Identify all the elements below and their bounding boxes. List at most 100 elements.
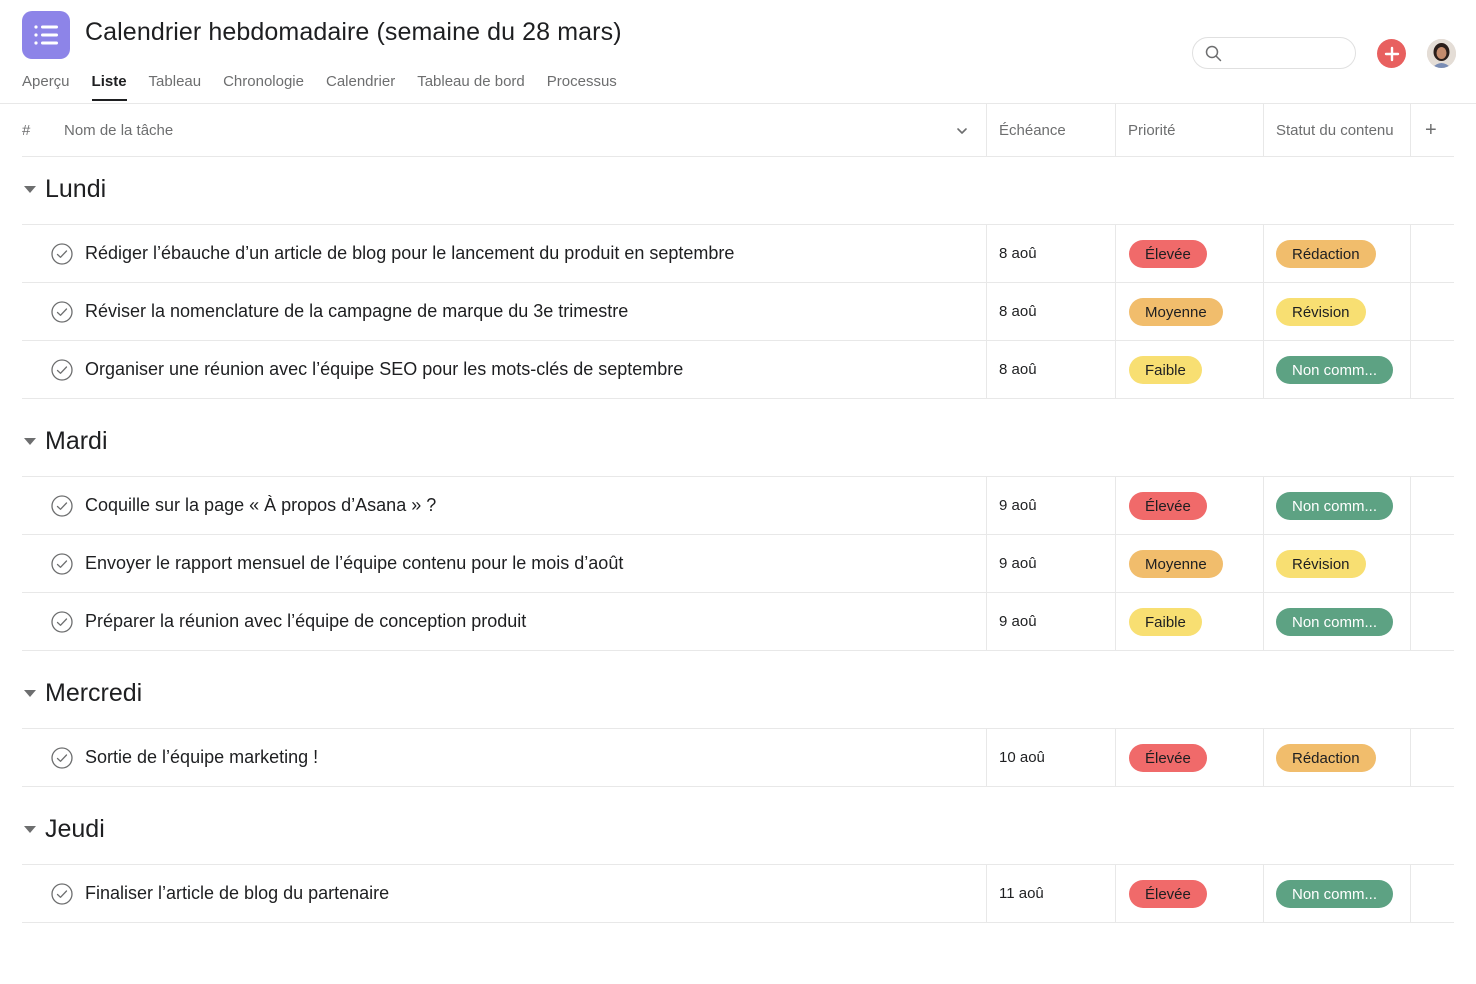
check-circle-icon[interactable] (51, 747, 73, 769)
task-name[interactable]: Réviser la nomenclature de la campagne d… (85, 301, 628, 322)
column-divider (986, 104, 987, 157)
column-content-status[interactable]: Statut du contenu (1276, 104, 1394, 157)
due-date[interactable]: 10 aoû (999, 749, 1045, 766)
status-badge[interactable]: Non comm... (1276, 880, 1394, 908)
cell-divider (1115, 283, 1116, 340)
avatar[interactable] (1427, 39, 1456, 68)
task-row[interactable]: Finaliser l’article de blog du partenair… (22, 865, 1454, 923)
status-badge[interactable]: Rédaction (1276, 240, 1376, 268)
due-date[interactable]: 8 aoû (999, 361, 1037, 378)
chevron-down-icon[interactable] (955, 104, 969, 157)
task-name[interactable]: Organiser une réunion avec l’équipe SEO … (85, 359, 683, 380)
task-name[interactable]: Finaliser l’article de blog du partenair… (85, 883, 389, 904)
check-circle-icon[interactable] (51, 495, 73, 517)
task-name[interactable]: Rédiger l’ébauche d’un article de blog p… (85, 243, 734, 264)
task-name[interactable]: Coquille sur la page « À propos d’Asana … (85, 495, 436, 516)
search-icon (1204, 44, 1224, 69)
cell-divider (986, 593, 987, 650)
cell-divider (1410, 477, 1411, 534)
cell-divider (1410, 225, 1411, 282)
status-badge[interactable]: Non comm... (1276, 608, 1394, 636)
status-badge[interactable]: Non comm... (1276, 356, 1394, 384)
cell-divider (1115, 535, 1116, 592)
due-date[interactable]: 9 aoû (999, 613, 1037, 630)
task-row[interactable]: Réviser la nomenclature de la campagne d… (22, 283, 1454, 341)
due-date[interactable]: 8 aoû (999, 303, 1037, 320)
tab-apercu[interactable]: Aperçu (22, 71, 70, 101)
cell-divider (986, 729, 987, 786)
priority-badge[interactable]: Moyenne (1129, 550, 1223, 578)
cell-divider (986, 477, 987, 534)
section-title[interactable]: Mardi (45, 427, 108, 456)
tab-chronologie[interactable]: Chronologie (223, 71, 304, 101)
task-row[interactable]: Organiser une réunion avec l’équipe SEO … (22, 341, 1454, 399)
caret-down-icon[interactable] (24, 438, 36, 445)
due-date[interactable]: 8 aoû (999, 245, 1037, 262)
add-button[interactable] (1377, 39, 1406, 68)
cell-divider (1115, 729, 1116, 786)
check-circle-icon[interactable] (51, 883, 73, 905)
check-circle-icon[interactable] (51, 553, 73, 575)
cell-divider (1115, 865, 1116, 922)
page-title: Calendrier hebdomadaire (semaine du 28 m… (85, 18, 622, 46)
cell-divider (986, 865, 987, 922)
column-priority[interactable]: Priorité (1128, 104, 1176, 157)
task-row[interactable]: Coquille sur la page « À propos d’Asana … (22, 477, 1454, 535)
tab-processus[interactable]: Processus (547, 71, 617, 101)
priority-badge[interactable]: Moyenne (1129, 298, 1223, 326)
task-row[interactable]: Sortie de l’équipe marketing ! 10 aoû Élev… (22, 729, 1454, 787)
section-header: Jeudi (22, 797, 1454, 865)
priority-badge[interactable]: Élevée (1129, 880, 1207, 908)
status-badge[interactable]: Révision (1276, 298, 1366, 326)
section-header: Lundi (22, 157, 1454, 225)
task-name[interactable]: Sortie de l’équipe marketing ! (85, 747, 318, 768)
task-row[interactable]: Envoyer le rapport mensuel de l’équipe c… (22, 535, 1454, 593)
tab-calendrier[interactable]: Calendrier (326, 71, 395, 101)
task-row[interactable]: Rédiger l’ébauche d’un article de blog p… (22, 225, 1454, 283)
cell-divider (1115, 341, 1116, 398)
priority-badge[interactable]: Élevée (1129, 240, 1207, 268)
caret-down-icon[interactable] (24, 690, 36, 697)
cell-divider (986, 225, 987, 282)
due-date[interactable]: 9 aoû (999, 497, 1037, 514)
section-header: Mercredi (22, 661, 1454, 729)
status-badge[interactable]: Non comm... (1276, 492, 1394, 520)
check-circle-icon[interactable] (51, 243, 73, 265)
column-divider (1263, 104, 1264, 157)
status-badge[interactable]: Révision (1276, 550, 1366, 578)
tab-tableau[interactable]: Tableau (149, 71, 202, 101)
task-name[interactable]: Préparer la réunion avec l’équipe de con… (85, 611, 526, 632)
section-title[interactable]: Jeudi (45, 815, 105, 844)
tab-liste[interactable]: Liste (91, 71, 127, 101)
column-task-name[interactable]: Nom de la tâche (64, 104, 173, 157)
priority-badge[interactable]: Faible (1129, 356, 1202, 384)
task-name[interactable]: Envoyer le rapport mensuel de l’équipe c… (85, 553, 623, 574)
column-divider (1410, 104, 1411, 157)
project-header: Calendrier hebdomadaire (semaine du 28 m… (0, 0, 1476, 104)
cell-divider (1410, 341, 1411, 398)
cell-divider (986, 535, 987, 592)
priority-badge[interactable]: Élevée (1129, 744, 1207, 772)
list-icon[interactable] (22, 11, 70, 59)
caret-down-icon[interactable] (24, 826, 36, 833)
section-title[interactable]: Mercredi (45, 679, 142, 708)
check-circle-icon[interactable] (51, 301, 73, 323)
section-title[interactable]: Lundi (45, 175, 106, 204)
due-date[interactable]: 9 aoû (999, 555, 1037, 572)
task-row[interactable]: Préparer la réunion avec l’équipe de con… (22, 593, 1454, 651)
search-input[interactable] (1227, 42, 1347, 64)
cell-divider (1410, 283, 1411, 340)
tab-tableau-de-bord[interactable]: Tableau de bord (417, 71, 525, 101)
check-circle-icon[interactable] (51, 359, 73, 381)
add-column-button[interactable]: + (1425, 104, 1437, 157)
priority-badge[interactable]: Faible (1129, 608, 1202, 636)
caret-down-icon[interactable] (24, 186, 36, 193)
search-bar[interactable] (1192, 37, 1356, 69)
due-date[interactable]: 11 aoû (999, 885, 1044, 902)
column-due-date[interactable]: Échéance (999, 104, 1066, 157)
status-badge[interactable]: Rédaction (1276, 744, 1376, 772)
priority-badge[interactable]: Élevée (1129, 492, 1207, 520)
cell-divider (1410, 535, 1411, 592)
section-header: Mardi (22, 409, 1454, 477)
check-circle-icon[interactable] (51, 611, 73, 633)
